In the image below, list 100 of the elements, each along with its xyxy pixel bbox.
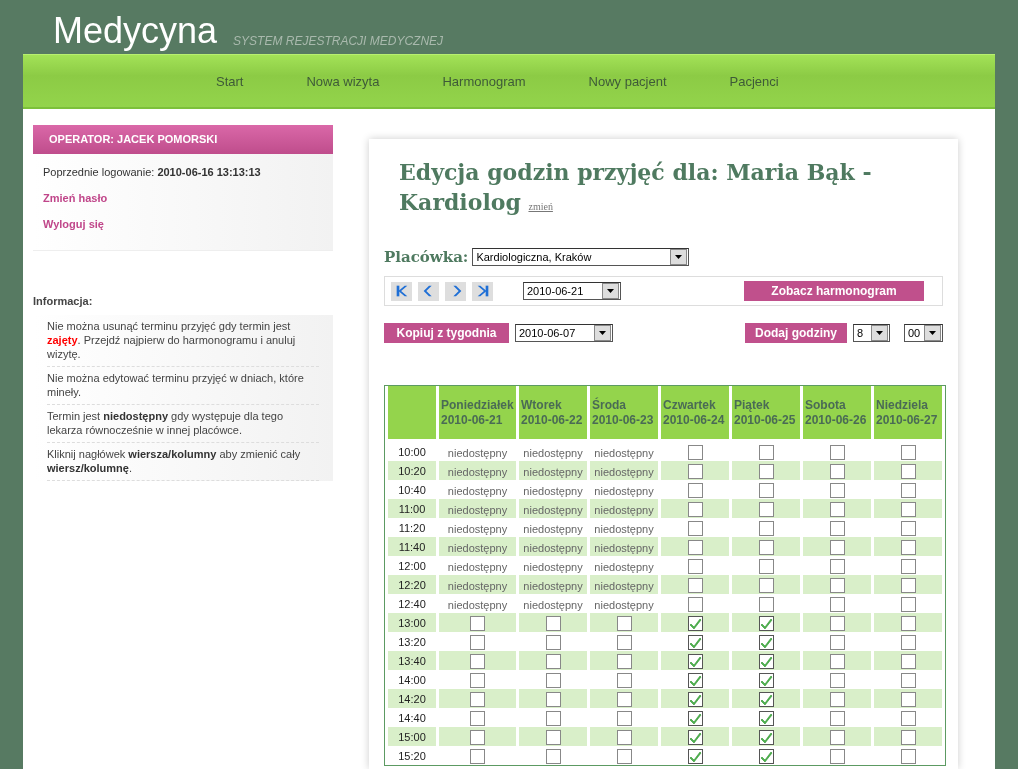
checkbox[interactable]: [829, 653, 845, 669]
checkbox[interactable]: [829, 539, 845, 555]
time-header[interactable]: 14:20: [388, 689, 436, 708]
checkbox[interactable]: [687, 520, 703, 536]
time-header[interactable]: 11:00: [388, 499, 436, 518]
checkbox[interactable]: [900, 748, 916, 764]
checkbox[interactable]: [687, 615, 703, 631]
chevron-left-icon[interactable]: [418, 281, 439, 301]
time-header[interactable]: 11:40: [388, 537, 436, 556]
minute-select[interactable]: 00: [904, 324, 943, 342]
copy-week-select[interactable]: 2010-06-07: [515, 324, 613, 342]
checkbox[interactable]: [545, 615, 561, 631]
checkbox[interactable]: [470, 729, 485, 745]
checkbox[interactable]: [900, 539, 916, 555]
checkbox[interactable]: [900, 653, 916, 669]
checkbox[interactable]: [687, 463, 703, 479]
checkbox[interactable]: [829, 558, 845, 574]
checkbox[interactable]: [758, 710, 774, 726]
account-link[interactable]: Wyloguj się: [43, 218, 323, 230]
checkbox[interactable]: [470, 691, 485, 707]
checkbox[interactable]: [616, 691, 632, 707]
view-schedule-button[interactable]: Zobacz harmonogram: [744, 281, 924, 301]
nav-link[interactable]: Nowa wizyta: [306, 73, 380, 89]
checkbox[interactable]: [687, 691, 703, 707]
checkbox[interactable]: [900, 577, 916, 593]
checkbox[interactable]: [545, 729, 561, 745]
checkbox[interactable]: [758, 672, 774, 688]
checkbox[interactable]: [758, 615, 774, 631]
checkbox[interactable]: [758, 501, 774, 517]
checkbox[interactable]: [616, 710, 632, 726]
checkbox[interactable]: [758, 748, 774, 764]
checkbox[interactable]: [687, 748, 703, 764]
checkbox[interactable]: [545, 748, 561, 764]
checkbox[interactable]: [545, 653, 561, 669]
facility-select[interactable]: Kardiologiczna, Kraków: [472, 248, 690, 266]
checkbox[interactable]: [687, 444, 703, 460]
checkbox[interactable]: [758, 463, 774, 479]
checkbox[interactable]: [900, 729, 916, 745]
chevron-right-icon[interactable]: [445, 281, 466, 301]
checkbox[interactable]: [829, 710, 845, 726]
checkbox[interactable]: [900, 615, 916, 631]
checkbox[interactable]: [829, 520, 845, 536]
week-select[interactable]: 2010-06-21: [523, 282, 621, 300]
checkbox[interactable]: [900, 558, 916, 574]
checkbox[interactable]: [616, 615, 632, 631]
checkbox[interactable]: [758, 653, 774, 669]
checkbox[interactable]: [545, 710, 561, 726]
checkbox[interactable]: [829, 748, 845, 764]
checkbox[interactable]: [758, 691, 774, 707]
checkbox[interactable]: [470, 615, 485, 631]
checkbox[interactable]: [829, 729, 845, 745]
checkbox[interactable]: [900, 691, 916, 707]
checkbox[interactable]: [687, 729, 703, 745]
checkbox[interactable]: [758, 729, 774, 745]
checkbox[interactable]: [900, 520, 916, 536]
checkbox[interactable]: [470, 710, 485, 726]
time-header[interactable]: 15:00: [388, 727, 436, 746]
checkbox[interactable]: [758, 558, 774, 574]
checkbox[interactable]: [616, 729, 632, 745]
copy-week-button[interactable]: Kopiuj z tygodnia: [384, 323, 509, 343]
checkbox[interactable]: [616, 748, 632, 764]
checkbox[interactable]: [470, 634, 485, 650]
time-header[interactable]: 10:20: [388, 461, 436, 480]
checkbox[interactable]: [545, 672, 561, 688]
checkbox[interactable]: [758, 539, 774, 555]
checkbox[interactable]: [545, 634, 561, 650]
checkbox[interactable]: [758, 634, 774, 650]
time-header[interactable]: 13:40: [388, 651, 436, 670]
time-header[interactable]: 13:00: [388, 613, 436, 632]
checkbox[interactable]: [900, 596, 916, 612]
checkbox[interactable]: [687, 634, 703, 650]
checkbox[interactable]: [687, 482, 703, 498]
nav-link[interactable]: Harmonogram: [442, 73, 526, 89]
checkbox[interactable]: [470, 653, 485, 669]
checkbox[interactable]: [687, 596, 703, 612]
checkbox[interactable]: [829, 501, 845, 517]
checkbox[interactable]: [616, 672, 632, 688]
checkbox[interactable]: [900, 444, 916, 460]
checkbox[interactable]: [900, 634, 916, 650]
account-link[interactable]: Zmień hasło: [43, 192, 323, 204]
checkbox[interactable]: [545, 691, 561, 707]
nav-link[interactable]: Nowy pacjent: [588, 73, 667, 89]
checkbox[interactable]: [470, 748, 485, 764]
checkbox[interactable]: [470, 672, 485, 688]
nav-link[interactable]: Start: [216, 73, 244, 89]
nav-link[interactable]: Pacjenci: [729, 73, 779, 89]
time-header[interactable]: 12:20: [388, 575, 436, 594]
checkbox[interactable]: [900, 672, 916, 688]
checkbox[interactable]: [687, 558, 703, 574]
checkbox[interactable]: [687, 653, 703, 669]
add-hours-button[interactable]: Dodaj godziny: [745, 323, 847, 343]
checkbox[interactable]: [758, 577, 774, 593]
checkbox[interactable]: [829, 463, 845, 479]
first-page-icon[interactable]: [391, 281, 412, 301]
hour-select[interactable]: 8: [853, 324, 890, 342]
change-link[interactable]: zmień: [528, 201, 553, 212]
checkbox[interactable]: [829, 482, 845, 498]
checkbox[interactable]: [829, 691, 845, 707]
checkbox[interactable]: [829, 444, 845, 460]
checkbox[interactable]: [829, 672, 845, 688]
